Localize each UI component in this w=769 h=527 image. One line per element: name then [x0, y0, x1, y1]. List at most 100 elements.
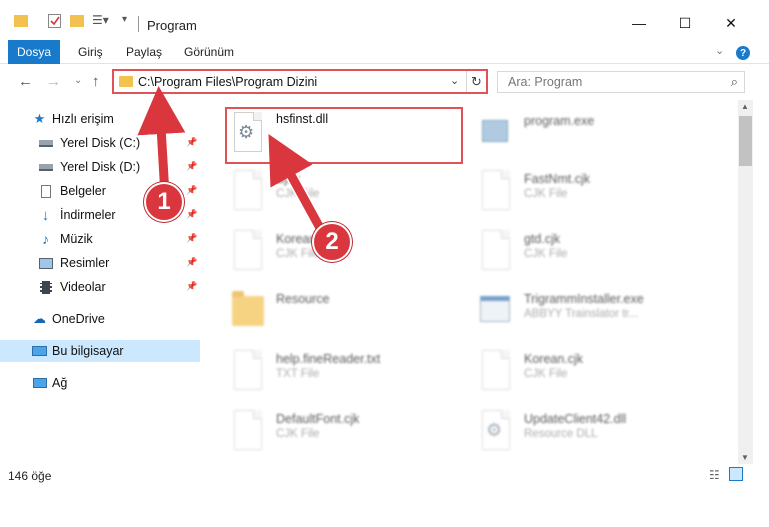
pin-icon[interactable]: 📌 [186, 137, 197, 148]
file-icon [230, 170, 264, 214]
file-type: CJK File [524, 368, 568, 380]
music-icon: ♪ [42, 231, 49, 247]
sidebar-item-videos[interactable]: Videolar 📌 [0, 276, 200, 298]
file-type: CJK File [524, 248, 568, 260]
tab-home[interactable]: Giriş [78, 45, 103, 59]
sidebar-item-label: Hızlı erişim [52, 112, 114, 126]
sidebar-item-this-pc[interactable]: Bu bilgisayar [0, 340, 200, 362]
help-icon[interactable]: ? [736, 46, 750, 60]
details-view-icon[interactable]: ☷ [709, 468, 720, 482]
sidebar-item-label: Yerel Disk (D:) [60, 160, 141, 174]
expand-ribbon-icon[interactable]: ⌄ [715, 44, 724, 57]
recent-locations-icon[interactable]: ⌄ [74, 75, 82, 86]
new-folder-icon[interactable] [70, 15, 84, 27]
vertical-scrollbar[interactable]: ▲ ▼ [738, 100, 753, 464]
list-item[interactable]: DefaultFont.cjk CJK File [210, 406, 450, 458]
pin-icon[interactable]: 📌 [186, 257, 197, 268]
refresh-icon[interactable]: ↻ [466, 71, 486, 92]
list-item[interactable]: FastNmt.cjk CJK File [458, 166, 698, 218]
pin-icon[interactable]: 📌 [186, 209, 197, 220]
quick-access-dropdown-icon[interactable]: ▾ [122, 14, 127, 25]
file-type: CJK File [276, 428, 320, 440]
file-name: gtd.cjk [524, 232, 561, 246]
sidebar-item-label: Resimler [60, 256, 110, 270]
callout-badge-2: 2 [312, 222, 352, 262]
file-name: Bjnk [276, 172, 301, 186]
maximize-button[interactable]: ☐ [674, 12, 696, 34]
sidebar-item-quick-access[interactable]: ★ Hızlı erişim [0, 108, 200, 130]
ribbon-tabs: Dosya Giriş Paylaş Görünüm [0, 40, 769, 64]
address-bar[interactable]: C:\Program Files\Program Dizini ⌄ ↻ [112, 69, 488, 94]
list-item[interactable]: help.fineReader.txt TXT File [210, 346, 450, 398]
sidebar-item-pictures[interactable]: Resimler 📌 [0, 252, 200, 274]
search-input[interactable]: Ara: Program ⌕ [497, 71, 745, 93]
list-item[interactable]: gtd.cjk CJK File [458, 226, 698, 278]
file-type: CJK File [276, 188, 320, 200]
scroll-down-icon[interactable]: ▼ [741, 453, 749, 462]
navigation-pane: ★ Hızlı erişim Yerel Disk (C:) 📌 Yerel D… [0, 104, 206, 464]
pin-icon[interactable]: 📌 [186, 281, 197, 292]
file-icon [478, 170, 512, 214]
star-icon: ★ [33, 111, 46, 126]
sidebar-item-label: Belgeler [60, 184, 106, 198]
folder-icon [230, 290, 264, 334]
videos-icon [38, 280, 53, 294]
minimize-button[interactable]: — [628, 12, 650, 34]
large-icons-view-icon[interactable] [729, 467, 743, 481]
tab-file[interactable]: Dosya [8, 40, 60, 64]
sidebar-item-label: Ağ [52, 376, 68, 390]
callout-badge-1: 1 [144, 182, 184, 222]
forward-arrow-icon[interactable]: → [46, 73, 61, 90]
window-title: Program [147, 18, 197, 33]
list-item[interactable]: program.exe [458, 108, 698, 160]
exe-file-icon [478, 290, 512, 334]
title-bar: ☰▾ ▾ Program — ☐ ✕ [0, 0, 769, 40]
list-item[interactable]: Resource [210, 286, 450, 338]
tab-view[interactable]: Görünüm [184, 45, 234, 59]
scroll-thumb[interactable] [739, 116, 752, 166]
search-icon[interactable]: ⌕ [731, 74, 738, 90]
customize-quick-access-icon[interactable]: ☰▾ [92, 13, 109, 27]
window-bottom [0, 486, 769, 527]
drive-icon [38, 160, 53, 174]
tab-share[interactable]: Paylaş [126, 45, 162, 59]
folder-icon [119, 76, 133, 87]
file-icon [230, 230, 264, 274]
sidebar-item-label: Videolar [60, 280, 106, 294]
file-icon [478, 230, 512, 274]
file-type: TXT File [276, 368, 320, 380]
search-placeholder: Ara: Program [508, 75, 583, 89]
list-item[interactable]: ⚙ UpdateClient42.dll Resource DLL [458, 406, 698, 458]
back-arrow-icon[interactable]: ← [18, 73, 33, 90]
list-item[interactable]: Korean.cjk CJK File [458, 346, 698, 398]
pin-icon[interactable]: 📌 [186, 233, 197, 244]
item-count: 146 öğe [8, 469, 52, 483]
drive-icon [38, 136, 53, 150]
address-path[interactable]: C:\Program Files\Program Dizini [138, 75, 317, 89]
sidebar-item-music[interactable]: ♪ Müzik 📌 [0, 228, 200, 250]
file-name: help.fineReader.txt [276, 352, 381, 366]
scroll-up-icon[interactable]: ▲ [741, 102, 749, 111]
list-item[interactable]: TrigrammInstaller.exe ABBYY Trainslator … [458, 286, 698, 338]
sidebar-item-label: Müzik [60, 232, 93, 246]
up-arrow-icon[interactable]: ↑ [92, 73, 100, 90]
close-button[interactable]: ✕ [720, 12, 742, 34]
sidebar-item-onedrive[interactable]: ☁ OneDrive [0, 308, 200, 330]
sidebar-item-local-disk-d[interactable]: Yerel Disk (D:) 📌 [0, 156, 200, 178]
file-name: TrigrammInstaller.exe [524, 292, 644, 306]
properties-icon[interactable] [48, 14, 61, 28]
pin-icon[interactable]: 📌 [186, 161, 197, 172]
pin-icon[interactable]: 📌 [186, 185, 197, 196]
dll-file-icon: ⚙ [478, 410, 512, 454]
sidebar-item-local-disk-c[interactable]: Yerel Disk (C:) 📌 [0, 132, 200, 154]
gear-icon: ⚙ [486, 420, 503, 440]
sidebar-item-label: OneDrive [52, 312, 105, 326]
file-type: Resource DLL [524, 428, 598, 440]
file-name: Korean [276, 232, 317, 246]
sidebar-item-network[interactable]: Ağ [0, 372, 200, 394]
chevron-down-icon[interactable]: ⌄ [450, 74, 459, 87]
file-type: ABBYY Trainslator tr... [524, 308, 639, 320]
file-icon [478, 350, 512, 394]
list-item[interactable]: Bjnk CJK File [210, 166, 450, 218]
file-name: Korean.cjk [524, 352, 584, 366]
